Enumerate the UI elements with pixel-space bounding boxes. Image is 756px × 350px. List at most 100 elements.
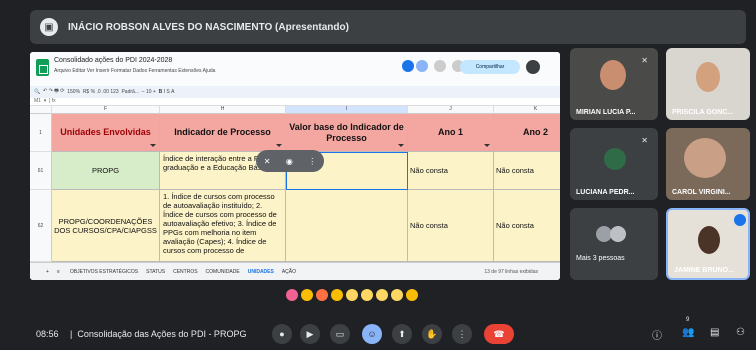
- sheet-tabs: + ≡ OBJETIVOS ESTRATÉGICOS STATUS CENTRO…: [30, 262, 560, 280]
- meeting-controls-bar: 08:56 | Consolidação das Ações do PDI - …: [0, 315, 756, 350]
- column-header: I: [286, 106, 408, 114]
- more-options-icon[interactable]: ⋮: [308, 157, 316, 166]
- column-header: J: [408, 106, 494, 114]
- camera-icon: ▶: [306, 328, 314, 339]
- column-header: F: [52, 106, 160, 114]
- font-name: Padrã...: [121, 89, 139, 95]
- activities-icon[interactable]: ⚇: [736, 327, 745, 338]
- participant-tile[interactable]: CAROL VIRGINI...: [666, 128, 750, 200]
- corner-cell: [30, 106, 52, 114]
- participant-video: [696, 62, 720, 92]
- tab-objetivos[interactable]: OBJETIVOS ESTRATÉGICOS: [70, 269, 138, 275]
- table-cell[interactable]: 1. Índice de cursos com processo de auto…: [160, 190, 286, 262]
- sad-reaction-icon[interactable]: [376, 289, 388, 301]
- header-cell-year1[interactable]: Ano 1: [408, 114, 494, 152]
- sheet-toolbar: 🔍 ↶ ↷ 🖶 ⟳ 150% R$ % .0 .00 123 Padrã... …: [30, 86, 560, 98]
- zoom-level: 150%: [67, 89, 81, 95]
- table-cell[interactable]: [286, 190, 408, 262]
- sheet-menu: Arquivo Editar Ver Inserir Formatar Dado…: [54, 68, 216, 74]
- heart-reaction-icon[interactable]: [286, 289, 298, 301]
- tab-unidades[interactable]: UNIDADES: [248, 269, 274, 275]
- formula-bar: M1 ▾ | fx: [30, 98, 560, 106]
- presenter-bar: ▣ INÁCIO ROBSON ALVES DO NASCIMENTO (Apr…: [30, 10, 746, 44]
- row-info: 13 de 97 linhas exibidas: [484, 269, 538, 275]
- leave-call-button[interactable]: ☎: [484, 324, 514, 344]
- tab-status[interactable]: STATUS: [146, 269, 165, 275]
- more-options-icon: ⋮: [457, 328, 467, 339]
- table-cell[interactable]: Não consta: [494, 152, 560, 190]
- font-size: 10: [145, 89, 152, 95]
- microphone-icon: ●: [279, 329, 285, 339]
- title-separator: |: [70, 329, 73, 339]
- party-reaction-icon[interactable]: [316, 289, 328, 301]
- captions-button[interactable]: ▭: [330, 324, 350, 344]
- filter-dropdown-icon[interactable]: [484, 144, 490, 147]
- row-header: 1: [30, 114, 52, 152]
- tab-centros[interactable]: CENTROS: [173, 269, 197, 275]
- header-cell-units[interactable]: Unidades Envolvidas: [52, 114, 160, 152]
- tab-acao[interactable]: AÇÃO: [282, 269, 296, 275]
- more-people-tile[interactable]: Mais 3 pessoas: [570, 208, 658, 280]
- video-hover-controls: ✕ ◉ ⋮: [256, 150, 324, 172]
- mic-off-icon: ✕: [641, 136, 648, 145]
- header-cell-year2[interactable]: Ano 2: [494, 114, 560, 152]
- participant-video: [684, 138, 726, 178]
- tab-comunidade[interactable]: COMUNIDADE: [206, 269, 240, 275]
- chat-icon[interactable]: ▤: [710, 327, 719, 338]
- participant-tile[interactable]: PRISCILA GONC...: [666, 48, 750, 120]
- header-cell-indicator[interactable]: Indicador de Processo: [160, 114, 286, 152]
- phone-hangup-icon: ☎: [493, 328, 505, 339]
- filter-dropdown-icon[interactable]: [150, 144, 156, 147]
- participant-tile[interactable]: ✕ LUCIANA PEDR...: [570, 128, 658, 200]
- table-cell[interactable]: Não consta: [494, 190, 560, 262]
- meeting-time: 08:56: [36, 329, 59, 339]
- participant-tile[interactable]: ✕ MIRIAN LUCIA P...: [570, 48, 658, 120]
- reaction-bar: [286, 289, 418, 301]
- camera-button[interactable]: ▶: [300, 324, 320, 344]
- shared-screen: Consolidado ações do PDI 2024-2028 Arqui…: [30, 52, 560, 280]
- participant-video: [600, 60, 626, 90]
- participant-tile[interactable]: JAMINE BRUNO...: [666, 208, 750, 280]
- name-box: M1: [34, 98, 41, 104]
- people-icon[interactable]: 👥: [682, 327, 694, 338]
- captions-icon: ▭: [335, 328, 345, 339]
- participant-name: LUCIANA PEDR...: [576, 189, 635, 196]
- participant-name: Mais 3 pessoas: [576, 255, 625, 262]
- microphone-button[interactable]: ●: [272, 324, 292, 344]
- volume-icon[interactable]: ◉: [286, 157, 293, 166]
- laugh-reaction-icon[interactable]: [346, 289, 358, 301]
- table-cell[interactable]: PROPG/COORDENAÇÕES DOS CURSOS/CPA/CIAPGS…: [52, 190, 160, 262]
- raise-hand-button[interactable]: ✋: [422, 324, 442, 344]
- present-button[interactable]: ⬆: [392, 324, 412, 344]
- thinking-reaction-icon[interactable]: [391, 289, 403, 301]
- surprised-reaction-icon[interactable]: [361, 289, 373, 301]
- present-icon: ⬆: [398, 328, 406, 339]
- filter-dropdown-icon[interactable]: [398, 144, 404, 147]
- thumbs-up-reaction-icon[interactable]: [301, 289, 313, 301]
- participant-name: JAMINE BRUNO...: [674, 267, 734, 274]
- table-cell[interactable]: PROPG: [52, 152, 160, 190]
- row-header: 62: [30, 190, 52, 262]
- table-cell[interactable]: Não consta: [408, 152, 494, 190]
- all-sheets-icon[interactable]: ≡: [57, 269, 60, 275]
- thumbs-down-reaction-icon[interactable]: [406, 289, 418, 301]
- participant-name: MIRIAN LUCIA P...: [576, 109, 636, 116]
- sheet-title: Consolidado ações do PDI 2024-2028: [54, 57, 173, 64]
- emoji-icon: ☺: [367, 329, 377, 339]
- info-icon[interactable]: ⓘ: [652, 327, 662, 342]
- user-avatar-icon: [416, 60, 428, 72]
- people-count: 9: [686, 317, 690, 323]
- header-cell-base-value[interactable]: Valor base do Indicador de Processo: [286, 114, 408, 152]
- add-sheet-icon[interactable]: +: [46, 269, 49, 275]
- table-cell[interactable]: Não consta: [408, 190, 494, 262]
- more-options-button[interactable]: ⋮: [452, 324, 472, 344]
- emoji-button[interactable]: ☺: [362, 324, 382, 344]
- row-header: 61: [30, 152, 52, 190]
- filter-dropdown-icon[interactable]: [276, 144, 282, 147]
- hand-icon: ✋: [426, 328, 438, 339]
- participant-name: CAROL VIRGINI...: [672, 189, 731, 196]
- unpin-icon[interactable]: ✕: [264, 157, 271, 166]
- clap-reaction-icon[interactable]: [331, 289, 343, 301]
- sheets-header: Consolidado ações do PDI 2024-2028 Arqui…: [30, 52, 560, 86]
- share-button[interactable]: Compartilhar: [460, 60, 520, 74]
